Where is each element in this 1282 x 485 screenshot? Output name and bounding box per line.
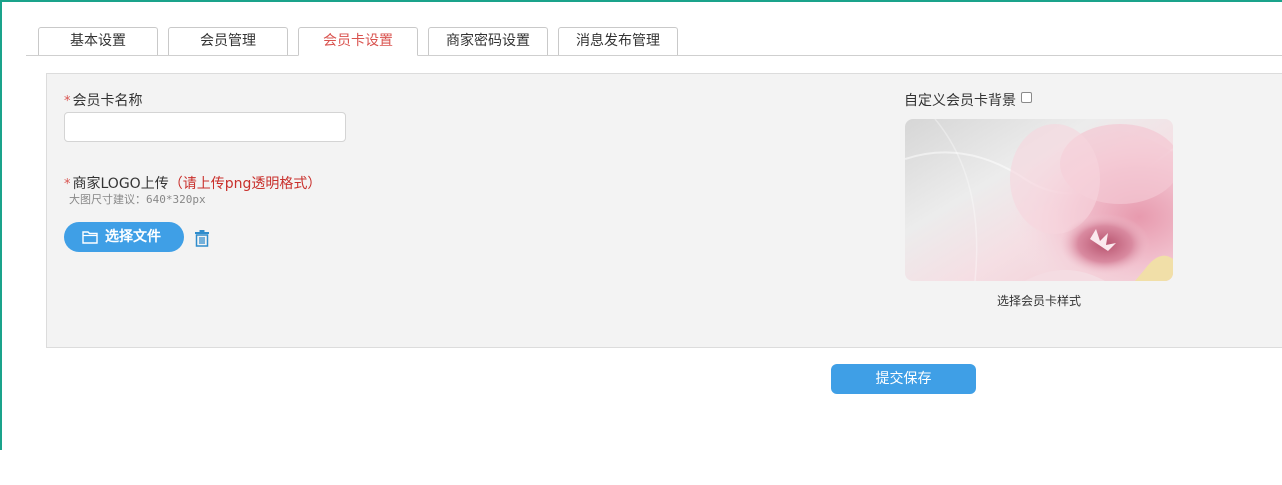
tab-basic-settings[interactable]: 基本设置 xyxy=(38,27,158,55)
choose-card-style-caption: 选择会员卡样式 xyxy=(996,294,1081,308)
tab-message-publishing[interactable]: 消息发布管理 xyxy=(558,27,678,55)
png-format-note: （请上传png透明格式） xyxy=(168,176,322,192)
choose-file-label: 选择文件 xyxy=(105,229,161,245)
submit-save-button[interactable]: 提交保存 xyxy=(831,364,976,394)
card-name-input[interactable] xyxy=(64,112,346,142)
member-card-settings-panel: * 会员卡名称 * 商家LOGO上传（请上传png透明格式） 大图尺寸建议：640*… xyxy=(46,73,1282,348)
logo-upload-label: * 商家LOGO上传（请上传png透明格式） xyxy=(64,176,322,192)
folder-icon xyxy=(82,231,98,244)
tab-bar: 基本设置 会员管理 会员卡设置 商家密码设置 消息发布管理 xyxy=(26,14,1282,56)
tab-member-management[interactable]: 会员管理 xyxy=(168,27,288,55)
custom-background-label: 自定义会员卡背景 xyxy=(904,93,1016,109)
tab-merchant-password[interactable]: 商家密码设置 xyxy=(428,27,548,55)
tab-member-card-settings[interactable]: 会员卡设置 xyxy=(298,27,418,56)
choose-file-button[interactable]: 选择文件 xyxy=(64,222,184,252)
card-name-label: * 会员卡名称 xyxy=(64,93,143,109)
required-mark: * xyxy=(64,94,71,109)
card-background-image xyxy=(905,119,1173,281)
trash-icon[interactable] xyxy=(193,229,211,247)
member-card-style-preview[interactable] xyxy=(905,119,1173,281)
custom-background-checkbox[interactable] xyxy=(1021,92,1032,103)
required-mark: * xyxy=(64,177,71,192)
image-size-hint: 大图尺寸建议：640*320px xyxy=(69,193,206,206)
